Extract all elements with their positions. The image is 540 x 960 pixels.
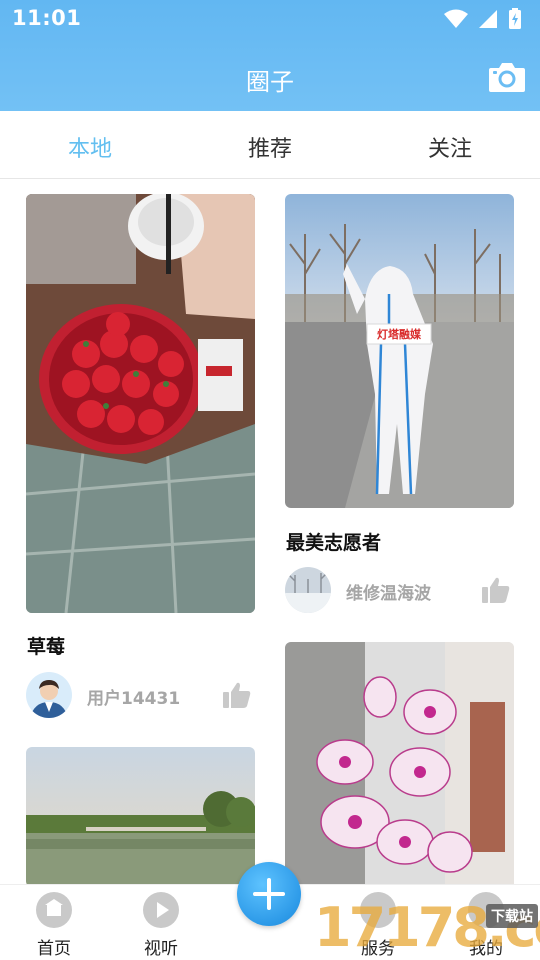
site-watermark: 17178.com 下载站 (314, 896, 540, 960)
nav-label-media: 视听 (144, 939, 178, 959)
snow-avatar[interactable] (285, 567, 331, 613)
lake-park-photo[interactable] (26, 747, 255, 887)
tab-local[interactable]: 本地 (0, 131, 180, 163)
tab-bar: 本地 推荐 关注 (0, 111, 540, 179)
username-label: 用户14431 (87, 689, 181, 709)
home-icon (36, 892, 72, 928)
orchid-photo[interactable] (285, 642, 514, 892)
signal-icon (479, 10, 497, 28)
header-bar: 11:01 圈子 (0, 0, 540, 111)
username-label: 维修温海波 (346, 584, 431, 604)
thumbs-up-icon[interactable] (222, 681, 252, 709)
publish-button[interactable] (237, 862, 301, 926)
tab-follow[interactable]: 关注 (360, 131, 540, 163)
status-icons (444, 8, 522, 30)
wifi-icon (444, 9, 468, 28)
watermark-badge: 下载站 (486, 904, 538, 928)
camera-icon[interactable] (488, 60, 526, 94)
tab-recommend[interactable]: 推荐 (180, 131, 360, 163)
page-title: 圈子 (246, 68, 294, 96)
suit-badge-text: 灯塔融媒 (377, 327, 422, 341)
nav-label-home: 首页 (37, 939, 71, 959)
battery-icon (509, 8, 521, 29)
volunteer-photo-image: 灯塔融媒 (285, 194, 514, 508)
man-avatar[interactable] (26, 672, 72, 718)
lake-park-photo-image (26, 747, 255, 887)
play-icon (143, 892, 179, 928)
nav-item-media[interactable]: 视听 (116, 885, 206, 960)
post-title-volunteer[interactable]: 最美志愿者 (286, 528, 381, 555)
orchid-photo-image (285, 642, 514, 892)
thumbs-up-icon[interactable] (481, 576, 511, 604)
volunteer-photo[interactable]: 灯塔融媒 (285, 194, 514, 508)
strawberries-photo-image (26, 194, 255, 613)
nav-item-home[interactable]: 首页 (9, 885, 99, 960)
app-screen: 11:01 圈子 本地 推荐 关注 草莓 用户14431 灯塔融媒 最美志愿者 … (0, 0, 540, 960)
strawberries-photo[interactable] (26, 194, 255, 613)
status-time: 11:01 (12, 6, 82, 30)
status-bar: 11:01 (0, 0, 540, 38)
post-title-strawberry[interactable]: 草莓 (27, 632, 65, 659)
plus-icon (253, 878, 285, 910)
